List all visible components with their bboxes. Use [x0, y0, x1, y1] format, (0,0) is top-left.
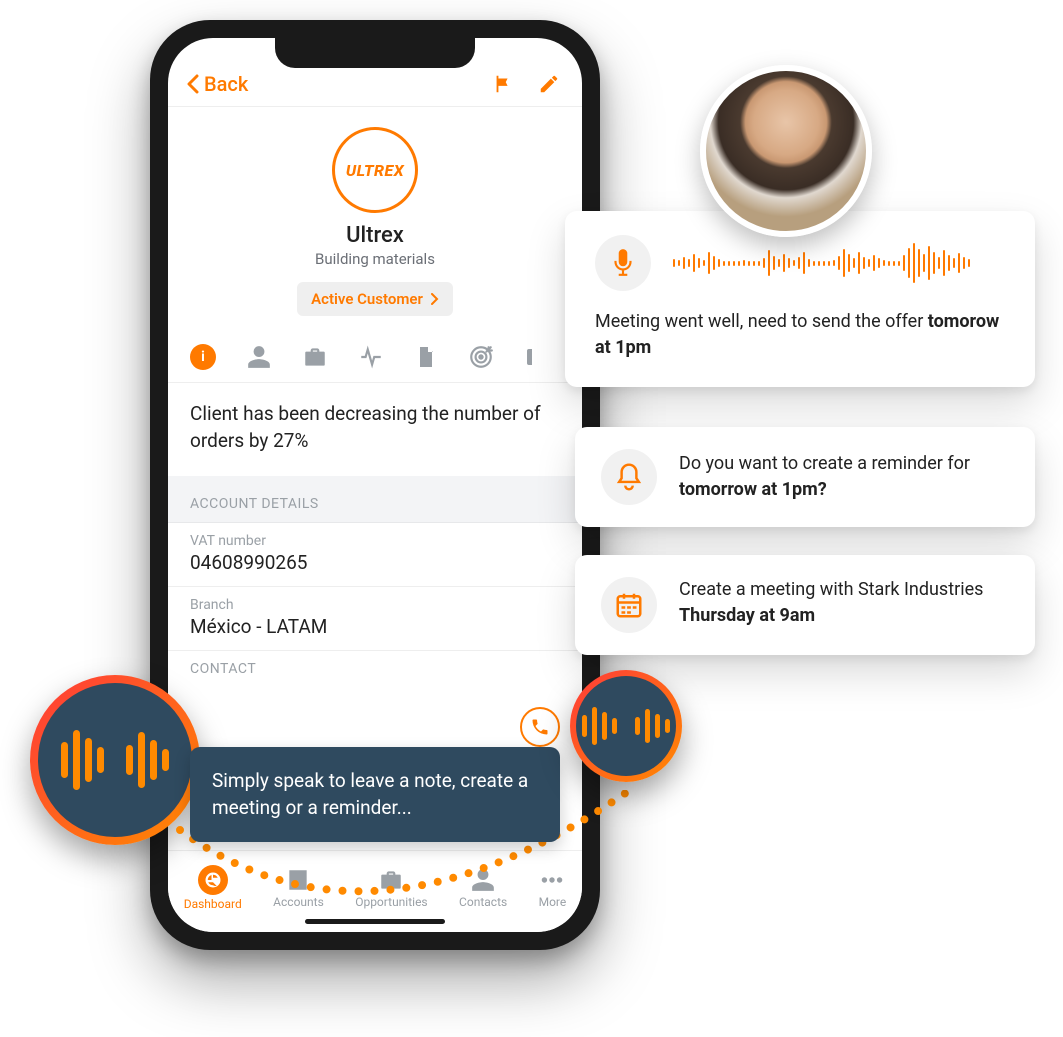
microphone-icon	[610, 248, 636, 278]
card-meeting-suggestion[interactable]: Create a meeting with Stark Industries T…	[575, 555, 1035, 655]
back-button[interactable]: Back	[186, 72, 248, 96]
vat-value: 04608990265	[190, 551, 560, 574]
nav-more-label: More	[539, 895, 567, 909]
target-icon	[468, 344, 494, 370]
insight-text: Client has been decreasing the number of…	[168, 383, 582, 486]
contact-row	[168, 687, 582, 727]
section-contact: CONTACT	[168, 651, 582, 687]
tab-person[interactable]	[246, 344, 272, 370]
more-icon	[539, 867, 565, 893]
voice-badge-large[interactable]	[30, 675, 200, 845]
dashboard-icon	[198, 865, 228, 895]
tab-row: i	[168, 330, 582, 383]
info-icon: i	[190, 344, 216, 370]
chevron-right-icon	[431, 293, 439, 305]
nav-dashboard[interactable]: Dashboard	[184, 865, 242, 911]
top-icons	[492, 73, 560, 95]
phone-screen: Back ULTREX Ultrex Building materials Ac…	[168, 38, 582, 932]
card-reminder-suggestion[interactable]: Do you want to create a reminder for tom…	[575, 427, 1035, 527]
phone-notch	[275, 38, 475, 68]
briefcase-icon	[302, 344, 328, 370]
person-icon	[246, 344, 272, 370]
voice-badge-small[interactable]	[570, 670, 682, 782]
nav-dashboard-label: Dashboard	[184, 897, 242, 911]
company-header: ULTREX Ultrex Building materials Active …	[168, 107, 582, 330]
meeting-text-plain: Create a meeting with Stark Industries	[679, 579, 983, 600]
voice-card-text: Meeting went well, need to send the offe…	[595, 309, 1005, 361]
nav-accounts-label: Accounts	[273, 895, 324, 909]
status-label: Active Customer	[311, 290, 423, 308]
flag-icon[interactable]	[492, 73, 514, 95]
bell-icon-bubble	[601, 449, 657, 505]
document-icon	[414, 344, 438, 370]
home-indicator	[305, 919, 445, 924]
overflow-icon	[524, 344, 532, 370]
company-name: Ultrex	[346, 223, 404, 248]
microphone-icon-bubble	[595, 235, 651, 291]
user-avatar	[700, 65, 872, 237]
activity-icon	[358, 344, 384, 370]
field-branch: Branch México - LATAM	[168, 587, 582, 651]
briefcase-icon	[378, 867, 404, 893]
reminder-text-plain: Do you want to create a reminder for	[679, 453, 970, 474]
voice-hint-bubble[interactable]: Simply speak to leave a note, create a m…	[190, 747, 560, 842]
branch-value: México - LATAM	[190, 615, 560, 638]
tab-more-overflow[interactable]	[524, 344, 532, 370]
branch-label: Branch	[190, 597, 560, 613]
phone-icon	[530, 717, 550, 737]
nav-accounts[interactable]: Accounts	[273, 867, 324, 909]
nav-contacts[interactable]: Contacts	[459, 867, 507, 909]
reminder-text-bold: tomorrow at 1pm?	[679, 479, 827, 500]
voice-hint-text: Simply speak to leave a note, create a m…	[212, 769, 528, 820]
meeting-text-bold: Thursday at 9am	[679, 605, 815, 626]
audio-wave-icon	[673, 240, 970, 286]
company-subtitle: Building materials	[315, 250, 435, 268]
nav-more[interactable]: More	[539, 867, 567, 909]
vat-label: VAT number	[190, 533, 560, 549]
person-icon	[470, 867, 496, 893]
card-voice-transcription: Meeting went well, need to send the offe…	[565, 211, 1035, 387]
pencil-icon[interactable]	[538, 73, 560, 95]
bell-icon	[614, 461, 644, 493]
tab-activity[interactable]	[358, 344, 384, 370]
phone-frame: Back ULTREX Ultrex Building materials Ac…	[150, 20, 600, 950]
calendar-icon	[614, 590, 644, 620]
tab-document[interactable]	[414, 344, 438, 370]
company-logo-text: ULTREX	[346, 161, 404, 180]
company-logo: ULTREX	[332, 127, 418, 213]
reminder-card-text: Do you want to create a reminder for tom…	[679, 451, 1009, 503]
bottom-nav: Dashboard Accounts Opportunities Contact…	[168, 850, 582, 932]
audio-wave-icon	[61, 730, 169, 790]
nav-opportunities[interactable]: Opportunities	[355, 867, 427, 909]
meeting-card-text: Create a meeting with Stark Industries T…	[679, 577, 1009, 629]
nav-contacts-label: Contacts	[459, 895, 507, 909]
tab-target[interactable]	[468, 344, 494, 370]
building-icon	[285, 867, 311, 893]
back-chevron-icon	[186, 74, 200, 94]
nav-opportunities-label: Opportunities	[355, 895, 427, 909]
field-vat: VAT number 04608990265	[168, 523, 582, 587]
tab-info[interactable]: i	[190, 344, 216, 370]
section-account-details: ACCOUNT DETAILS	[168, 486, 582, 523]
call-button[interactable]	[520, 707, 560, 747]
audio-wave-icon	[582, 707, 670, 745]
tab-briefcase[interactable]	[302, 344, 328, 370]
voice-text-plain: Meeting went well, need to send the offe…	[595, 311, 928, 332]
status-chip[interactable]: Active Customer	[297, 282, 453, 316]
back-label: Back	[204, 72, 248, 96]
calendar-icon-bubble	[601, 577, 657, 633]
